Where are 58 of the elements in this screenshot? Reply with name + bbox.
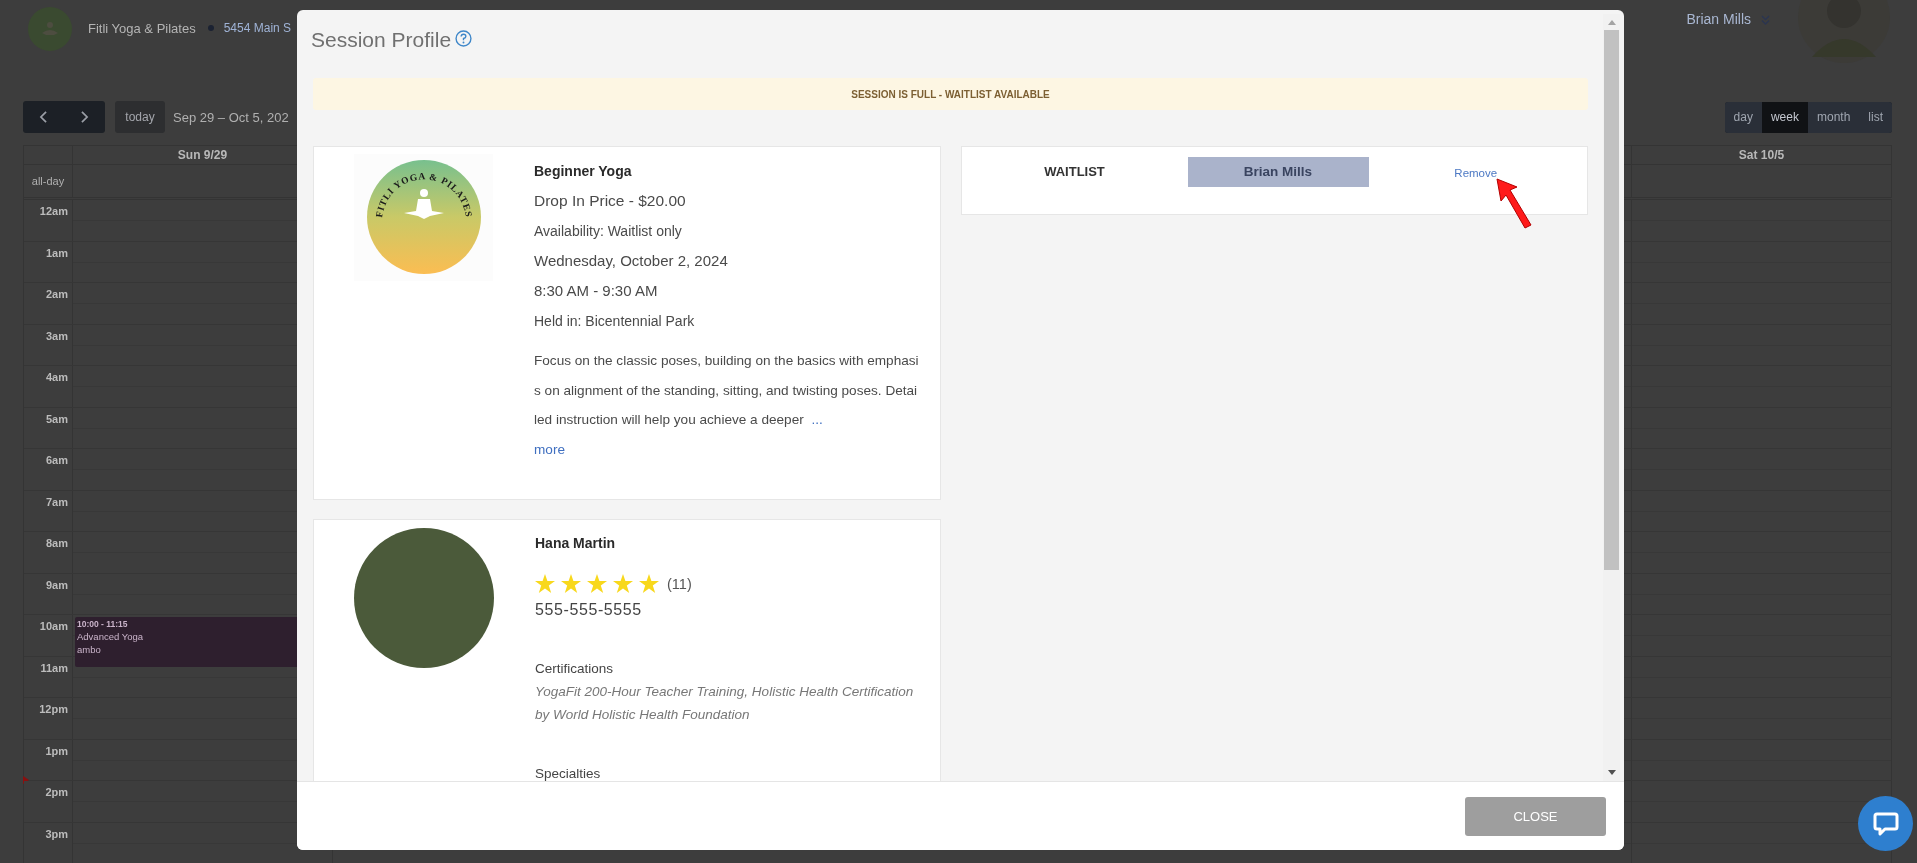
section-heading: Specialties — [535, 766, 602, 781]
time-label: 9am — [45, 578, 68, 592]
instructor-name: Hana Martin — [535, 535, 617, 553]
star-icon — [613, 574, 633, 593]
day-header: Sat 10/5 — [1738, 148, 1785, 162]
today-button[interactable]: today — [115, 101, 165, 133]
time-label: 2pm — [45, 786, 68, 799]
waitlist-name: Brian Mills — [1187, 157, 1369, 187]
time-label: 12pm — [39, 703, 68, 716]
help-icon[interactable] — [455, 29, 473, 47]
all-day-label: all-day — [31, 175, 65, 187]
time-label: 10am — [39, 620, 68, 633]
dialog-title: Session Profile — [311, 28, 452, 52]
section-text: YogaFit 200-Hour Teacher Training, Holistic Health Certification by World Holistic Health Foundation — [535, 683, 915, 724]
section-heading: Certifications — [535, 661, 615, 676]
day-header: Sun 9/29 — [177, 148, 228, 162]
time-label: 1pm — [45, 744, 68, 758]
time-label: 11am — [40, 661, 68, 675]
user-name[interactable]: Brian Mills — [1686, 11, 1751, 27]
business-name: Fitli Yoga & Pilates — [88, 20, 196, 36]
remove-link[interactable]: Remove — [1454, 167, 1498, 179]
view-tab[interactable]: list — [1859, 101, 1892, 133]
waitlist-label: WAITLIST — [1043, 163, 1106, 181]
view-tab[interactable]: month — [1807, 101, 1860, 133]
chat-button[interactable] — [1858, 796, 1913, 851]
time-label: 3am — [45, 329, 68, 343]
time-label: 3pm — [45, 827, 68, 841]
more-link[interactable]: more — [534, 435, 565, 466]
session-detail: Wednesday, October 2, 2024 — [534, 251, 729, 271]
view-tab[interactable]: day — [1724, 101, 1762, 133]
time-label: 1am — [45, 246, 68, 260]
session-detail: 8:30 AM - 9:30 AM — [534, 281, 659, 301]
status-banner: SESSION IS FULL - WAITLIST AVAILABLE — [313, 78, 1588, 110]
session-detail: Availability: Waitlist only — [534, 222, 683, 241]
view-tab[interactable]: week — [1761, 101, 1808, 133]
review-count: (11) — [667, 575, 692, 592]
date-range: Sep 29 – Oct 5, 202 — [173, 109, 289, 125]
chevron-right-icon — [80, 111, 89, 123]
separator-dot — [207, 25, 214, 31]
address-link[interactable]: 5454 Main S — [223, 21, 292, 35]
time-label: 6am — [45, 454, 68, 467]
time-label: 7am — [45, 495, 68, 509]
time-label: 8am — [45, 537, 68, 550]
session-detail: Drop In Price - $20.00 — [534, 191, 687, 211]
time-label: 12am — [39, 205, 68, 218]
session-detail: Held in: Bicentennial Park — [534, 312, 696, 331]
star-icon — [535, 574, 555, 593]
star-icon — [587, 574, 607, 593]
session-title: Beginner Yoga — [534, 163, 633, 181]
ellipsis-link[interactable]: ... — [811, 412, 823, 428]
star-icon — [561, 574, 581, 593]
star-icon — [639, 574, 659, 593]
session-description: Focus on the classic poses, building on the basics with emphasis on alignment of the standing, sitting, and twisting poses. Detailed instruction will help you achieve a deeper ... — [534, 352, 919, 430]
time-label: 4am — [45, 371, 68, 384]
time-label: 5am — [45, 412, 68, 426]
time-label: 2am — [45, 288, 68, 301]
chevron-left-icon — [39, 111, 48, 123]
phone-number: 555-555-5555 — [535, 601, 643, 619]
